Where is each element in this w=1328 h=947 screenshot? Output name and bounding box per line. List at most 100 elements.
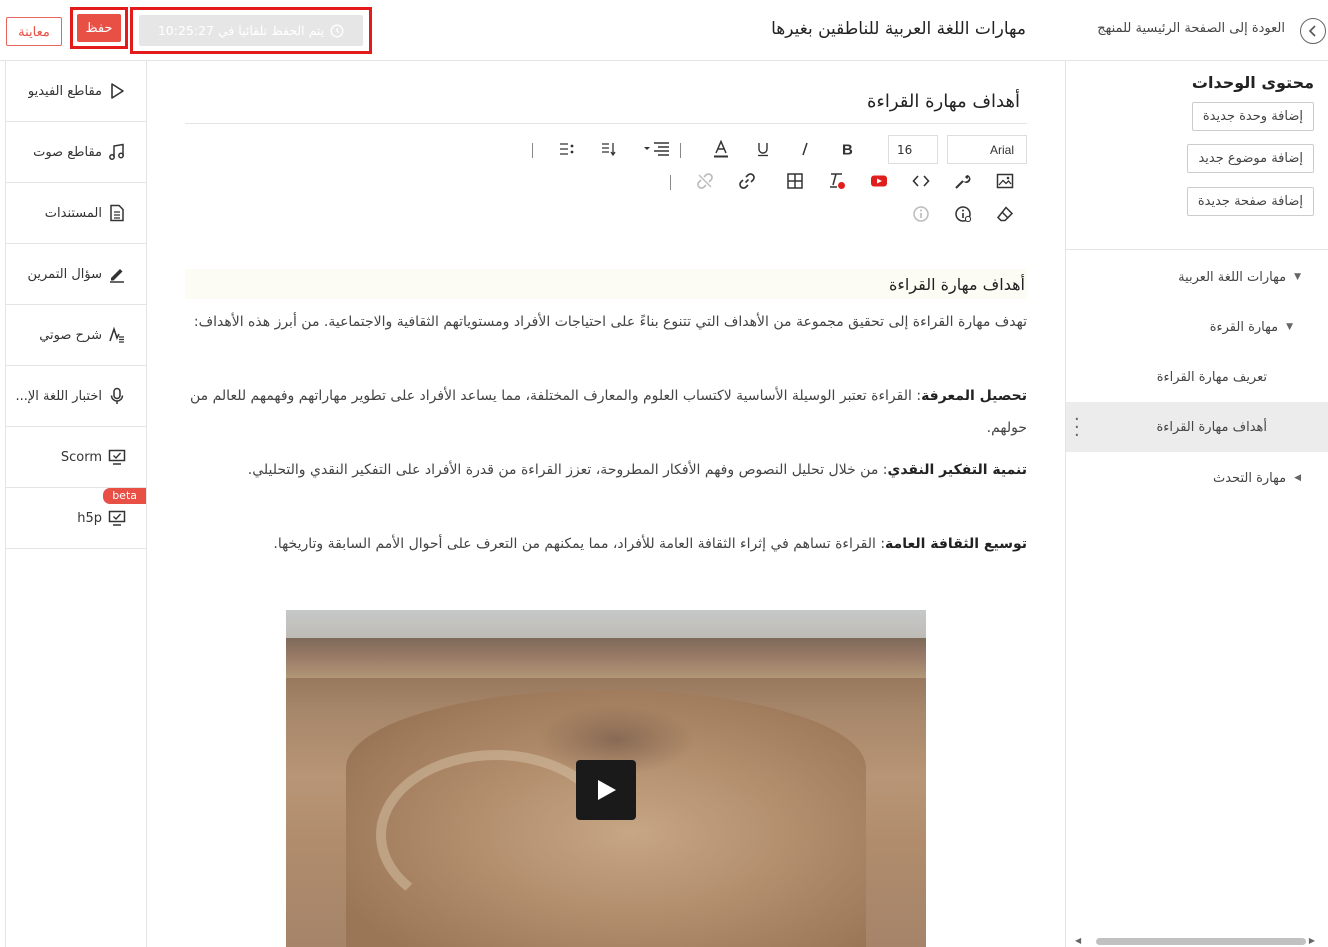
wrench-icon[interactable] [952,170,974,192]
bold-icon[interactable]: B [836,138,858,160]
page-title: مهارات اللغة العربية للناطقين بغيرها [771,19,1026,39]
goal-text: القراءة تساهم في إثراء الثقافة العامة لل… [273,536,881,552]
toolbar-separator [532,143,533,158]
caret-down-icon: ▼ [1286,322,1293,332]
content-tools-sidebar: مقاطع الفيديو مقاطع صوت المستندات سؤال ا… [5,61,147,947]
beta-badge: beta [103,488,146,504]
intro-paragraph: تهدف مهارة القراءة إلى تحقيق مجموعة من ا… [193,314,1027,330]
video-frame-rim [286,638,926,678]
save-button[interactable]: حفظ [77,14,121,42]
embedded-video[interactable] [286,610,926,947]
eraser-icon[interactable] [994,203,1016,225]
back-button[interactable] [1300,18,1326,44]
tool-label: سؤال التمرين [27,266,103,282]
add-page-button[interactable]: إضافة صفحة جديدة [1186,187,1314,216]
svg-text:B: B [842,142,853,158]
italic-icon[interactable] [794,138,816,160]
font-family-select[interactable]: Arial [947,135,1027,164]
tree-item-reading-skill[interactable]: ▼ مهارة القرءة [1066,302,1328,352]
tool-label: Scorm [60,449,102,465]
goal-term: تحصيل المعرفة [921,388,1027,404]
youtube-icon[interactable] [868,170,890,192]
caret-left-icon: ◀ [1294,473,1301,483]
units-title: محتوى الوحدات [1191,73,1314,92]
tool-label: المستندات [44,205,102,221]
tree-item-arabic-skills[interactable]: ▼ مهارات اللغة العربية [1066,252,1328,302]
editor-area: أهداف مهارة القراءة Arial 16 B أهداف مها… [147,61,1065,947]
toolbar-separator [670,175,671,190]
tool-language-test[interactable]: اختبار اللغة الإ... [6,366,146,427]
tree-item-reading-definition[interactable]: تعريف مهارة القراءة [1066,352,1328,402]
scroll-left-icon[interactable]: ◀ [1075,936,1081,945]
underline-icon[interactable] [752,138,774,160]
section-heading: أهداف مهارة القراءة [185,269,1027,299]
tree-item-label: تعريف مهارة القراءة [1156,369,1267,385]
goal-paragraph: تنمية التفكير النقدي: من خلال تحليل النص… [247,462,1028,478]
clock-icon [330,24,344,37]
image-icon[interactable] [994,170,1016,192]
tree-item-speaking-skill[interactable]: ◀ مهارة التحدث [1066,453,1328,503]
tool-label: مقاطع صوت [33,144,102,160]
more-options-icon[interactable]: · · · [1074,411,1080,445]
tree-item-reading-goals[interactable]: أهداف مهارة القراءة · · · [1066,402,1328,452]
tool-label: اختبار اللغة الإ... [15,388,102,404]
chevron-left-icon [1308,25,1316,37]
tool-label: شرح صوتي [39,327,102,343]
code-icon[interactable] [910,170,932,192]
monitor-icon [108,510,126,526]
microphone-icon [110,387,124,404]
music-note-icon [109,143,124,160]
tool-voice-explanation[interactable]: شرح صوتي [6,305,146,366]
scroll-right-icon[interactable]: ▶ [1309,936,1315,945]
link-icon[interactable] [736,170,758,192]
divider [1066,249,1328,250]
goal-term: توسيع الثقافة العامة [885,536,1027,552]
voice-explanation-icon [109,326,124,343]
goal-term: تنمية التفكير النقدي [887,462,1028,478]
add-unit-button[interactable]: إضافة وحدة جديدة [1191,102,1314,131]
autosave-status: يتم الحفظ تلقائيا في 10:25:27 [139,15,363,46]
tree-item-label: مهارة القرءة [1209,319,1279,335]
scrollbar-thumb[interactable] [1096,938,1306,945]
info-add-icon[interactable] [952,203,974,225]
line-height-icon[interactable] [598,138,620,160]
toolbar-separator [680,143,681,158]
goal-paragraph: تحصيل المعرفة: القراءة تعتبر الوسيلة الأ… [189,388,1027,436]
tool-audio[interactable]: مقاطع صوت [6,122,146,183]
back-to-curriculum-link[interactable]: العودة إلى الصفحة الرئيسية للمنهج [1097,21,1285,36]
table-icon[interactable] [784,170,806,192]
horizontal-scrollbar[interactable]: ◀ ▶ [1066,933,1328,947]
align-dropdown-icon[interactable] [643,138,671,160]
page-title-input[interactable]: أهداف مهارة القراءة [867,91,1020,112]
goal-paragraph: توسيع الثقافة العامة: القراءة تساهم في إ… [273,536,1027,552]
pencil-icon [110,269,124,283]
info-remove-icon[interactable] [910,203,932,225]
save-highlight: حفظ [70,7,128,49]
add-topic-button[interactable]: إضافة موضوع جديد [1187,144,1314,173]
units-sidebar: محتوى الوحدات إضافة وحدة جديدة إضافة موض… [1065,61,1328,947]
caret-down-icon: ▼ [1294,272,1301,282]
video-play-button[interactable] [576,760,636,820]
monitor-icon [108,449,126,465]
list-icon[interactable] [556,138,578,160]
play-icon [111,83,124,99]
tool-documents[interactable]: المستندات [6,183,146,244]
tree-item-label: مهارة التحدث [1212,470,1287,486]
unlink-icon[interactable] [694,170,716,192]
tool-h5p[interactable]: beta h5p [6,488,146,549]
font-size-input[interactable]: 16 [888,135,938,164]
preview-button[interactable]: معاينة [6,17,62,46]
tool-videos[interactable]: مقاطع الفيديو [6,61,146,122]
autosave-highlight: يتم الحفظ تلقائيا في 10:25:27 [130,7,372,54]
text-color-icon[interactable] [710,138,732,160]
tree-item-label: مهارات اللغة العربية [1178,269,1287,285]
play-icon [598,780,616,800]
clear-format-icon[interactable] [826,170,848,192]
document-icon [110,204,124,222]
divider [185,123,1027,124]
top-header: العودة إلى الصفحة الرئيسية للمنهج مهارات… [0,0,1328,61]
tool-label: مقاطع الفيديو [27,83,102,99]
tool-label: h5p [77,510,102,526]
tool-scorm[interactable]: Scorm [6,427,146,488]
tool-exercise-question[interactable]: سؤال التمرين [6,244,146,305]
